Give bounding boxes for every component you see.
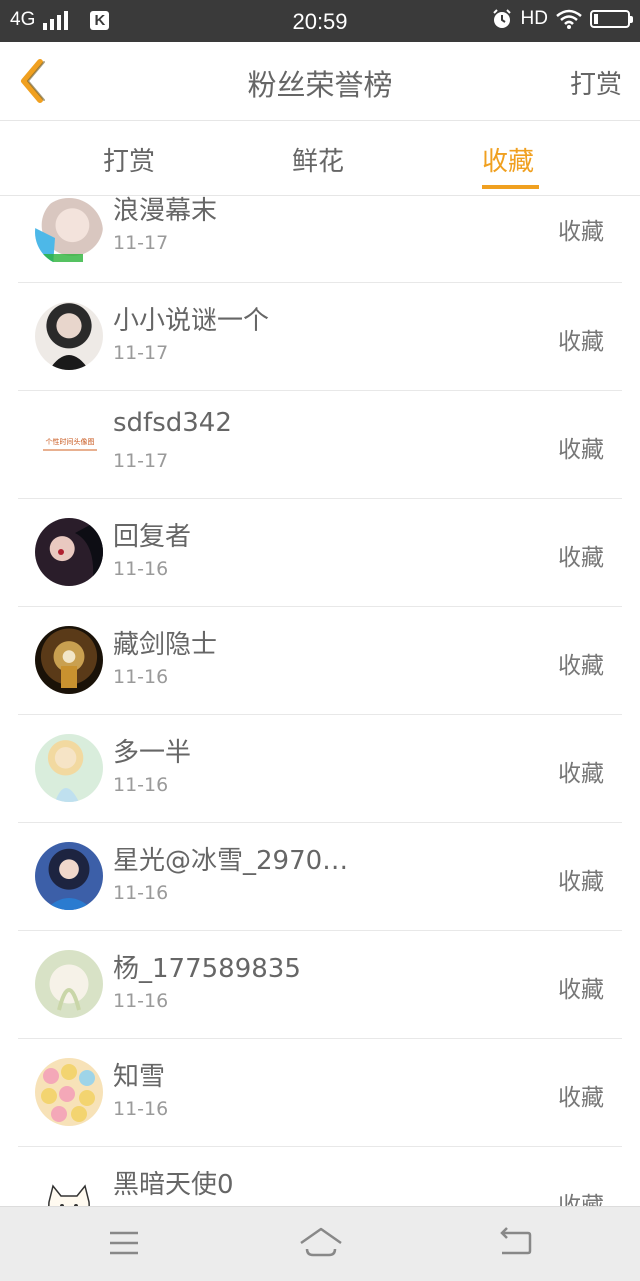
system-nav-bar — [0, 1206, 640, 1281]
avatar — [35, 1058, 103, 1126]
record-type: 收藏 — [558, 869, 604, 895]
list-item[interactable]: 杨_177589835 11-16 收藏 — [18, 930, 622, 1039]
app-header: 粉丝荣誉榜 打赏 — [0, 42, 640, 121]
avatar-text: 个性时间头像图 — [45, 438, 95, 446]
user-name: 小小说谜一个 — [113, 306, 270, 336]
list-date: 11-16 — [113, 558, 169, 580]
record-type: 收藏 — [558, 437, 604, 463]
user-name: 知雪 — [113, 1062, 166, 1092]
list-item[interactable]: 浪漫幕末 11-17 收藏 — [18, 196, 622, 283]
home-icon — [300, 1227, 342, 1257]
avatar — [35, 626, 103, 694]
battery-icon — [590, 10, 633, 28]
avatar — [35, 198, 103, 266]
alarm-icon — [492, 9, 511, 28]
status-bar: 4G K 20:59 HD — [0, 0, 640, 42]
list-date: 11-16 — [113, 666, 169, 688]
list-item[interactable]: 知雪 11-16 收藏 — [18, 1038, 622, 1147]
record-type: 收藏 — [558, 977, 604, 1003]
avatar — [35, 302, 103, 370]
list-date: 11-16 — [113, 1098, 169, 1120]
tab-reward[interactable]: 打赏 — [103, 141, 155, 178]
list-date: 11-16 — [113, 774, 169, 796]
record-type: 收藏 — [558, 329, 604, 355]
list-item[interactable]: 黑暗天使0 收藏 — [18, 1146, 622, 1206]
user-name: sdfsd342 — [113, 408, 232, 438]
status-right: HD — [491, 8, 633, 30]
user-name: 浪漫幕末 — [113, 196, 218, 226]
avatar — [35, 518, 103, 586]
record-type: 收藏 — [558, 1193, 604, 1206]
list-item[interactable]: 藏剑隐士 11-16 收藏 — [18, 606, 622, 715]
avatar — [35, 1166, 103, 1206]
list-date: 11-17 — [113, 450, 169, 472]
list-date: 11-16 — [113, 990, 169, 1012]
avatar — [35, 842, 103, 910]
record-type: 收藏 — [558, 1085, 604, 1111]
record-type: 收藏 — [558, 219, 604, 245]
active-tab-indicator — [482, 185, 539, 189]
page-title: 粉丝荣誉榜 — [247, 68, 393, 102]
user-name: 多一半 — [113, 738, 192, 768]
list-item[interactable]: 回复者 11-16 收藏 — [18, 498, 622, 607]
user-name: 星光@冰雪_2970… — [113, 846, 349, 876]
tab-flowers[interactable]: 鲜花 — [292, 141, 344, 178]
tab-favorites[interactable]: 收藏 — [482, 141, 534, 178]
back-icon — [500, 1227, 532, 1255]
wifi-icon — [556, 9, 582, 29]
avatar — [35, 950, 103, 1018]
reward-button[interactable]: 打赏 — [570, 64, 622, 101]
list-date: 11-16 — [113, 882, 169, 904]
list-item[interactable]: 个性时间头像图 sdfsd342 11-17 收藏 — [18, 390, 622, 499]
avatar: 个性时间头像图 — [35, 410, 103, 478]
list-date: 11-17 — [113, 232, 169, 254]
list-date: 11-17 — [113, 342, 169, 364]
list-item[interactable]: 多一半 11-16 收藏 — [18, 714, 622, 823]
menu-icon — [110, 1231, 138, 1255]
avatar — [35, 734, 103, 802]
hd-indicator: HD — [520, 8, 548, 29]
record-type: 收藏 — [558, 545, 604, 571]
record-type: 收藏 — [558, 761, 604, 787]
user-name: 藏剑隐士 — [113, 630, 218, 660]
tab-bar: 打赏 鲜花 收藏 — [0, 121, 640, 196]
user-name: 杨_177589835 — [113, 954, 301, 984]
home-button[interactable] — [298, 1225, 344, 1261]
list-item[interactable]: 小小说谜一个 11-17 收藏 — [18, 282, 622, 391]
user-name: 回复者 — [113, 522, 192, 552]
menu-button[interactable] — [104, 1225, 144, 1261]
list-item[interactable]: 星光@冰雪_2970… 11-16 收藏 — [18, 822, 622, 931]
back-nav-button[interactable] — [496, 1225, 536, 1261]
record-type: 收藏 — [558, 653, 604, 679]
fan-list[interactable]: 浪漫幕末 11-17 收藏 小小说谜一个 11-17 收藏 个性时间头像图 sd… — [0, 196, 640, 1206]
user-name: 黑暗天使0 — [113, 1170, 234, 1200]
